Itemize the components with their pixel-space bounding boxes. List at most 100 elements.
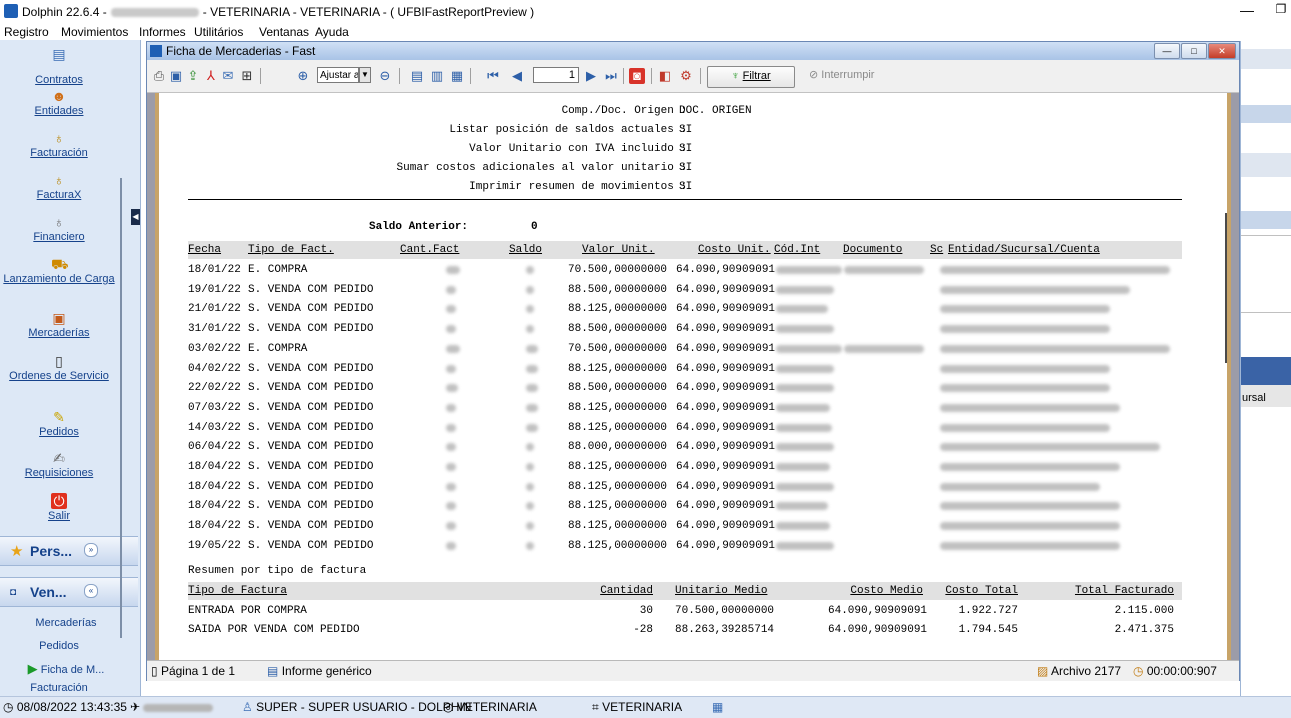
sidebar-item-pedidos[interactable]: ✎ Pedidos <box>0 409 118 438</box>
page-status: ▯ Página 1 de 1 <box>151 664 236 678</box>
cell-costo-unit: 64.090,90909091 <box>676 441 776 454</box>
col-tipo: Tipo de Fact. <box>248 244 334 256</box>
ven-link-mercaderias[interactable]: Mercaderías <box>0 617 132 629</box>
table-row: 14/03/22 S. VENDA COM PEDIDO 88.125,000000… <box>188 419 1182 438</box>
filter-button[interactable]: ♆ Filtrar <box>707 66 795 88</box>
pane-pers[interactable]: ★ Pers... » <box>0 536 138 566</box>
chevron-down-icon[interactable]: ▼ <box>359 67 371 83</box>
redacted-saldo <box>526 364 538 373</box>
table-row: 18/04/22 S. VENDA COM PEDIDO 88.125,000000… <box>188 497 1182 516</box>
cell-valor-unit: 88.000,00000000 <box>568 441 668 454</box>
redacted-cant <box>446 522 456 531</box>
sidebar-item-requisiciones[interactable]: ✍ Requisiciones <box>0 450 118 479</box>
menu-movimientos[interactable]: Movimientos <box>61 25 128 39</box>
child-close-button[interactable]: ✕ <box>1208 43 1236 59</box>
people-icon: ☻ <box>51 88 67 104</box>
menu-utilitarios[interactable]: Utilitários <box>194 25 243 39</box>
page-width-icon[interactable]: ▤ <box>409 68 425 84</box>
redacted-saldo <box>526 384 538 393</box>
redacted-cant <box>446 541 456 550</box>
redacted-saldo <box>526 541 534 550</box>
print-icon[interactable]: ⎙ <box>151 68 167 84</box>
table-row: 22/02/22 S. VENDA COM PEDIDO 88.500,000000… <box>188 379 1182 398</box>
toolbar-separator <box>470 68 471 84</box>
sidebar-item-ordenes[interactable]: ▯ Ordenes de Servicio <box>0 353 118 382</box>
minimize-button[interactable]: — <box>1236 2 1258 18</box>
sidebar-scrollbar[interactable] <box>120 178 122 638</box>
save-icon[interactable]: ▣ <box>168 68 184 84</box>
cell-fecha: 04/02/22 <box>188 362 241 375</box>
ven-link-pedidos[interactable]: Pedidos <box>0 640 118 652</box>
redacted-company <box>110 8 199 18</box>
sidebar-item-entidades[interactable]: ☻ Entidades <box>0 88 118 117</box>
child-maximize-button[interactable]: □ <box>1181 43 1207 59</box>
zoom-out-icon[interactable]: ⊖ <box>377 68 393 84</box>
redacted-saldo <box>526 502 534 511</box>
sidebar-item-contratos[interactable]: ▤ Contratos <box>0 46 118 86</box>
stop-icon[interactable]: ◙ <box>629 68 645 84</box>
cell-valor-unit: 88.500,00000000 <box>568 323 668 336</box>
cell-tipo: E. COMPRA <box>248 264 308 276</box>
redacted-cant <box>446 266 460 274</box>
design-icon[interactable]: ◧ <box>657 68 673 84</box>
filter-icon: ♆ <box>731 70 740 82</box>
cell-tipo: S. VENDA COM PEDIDO <box>248 421 374 434</box>
first-page-icon[interactable]: ⏮ <box>485 68 501 84</box>
next-page-icon[interactable]: ▶ <box>583 68 599 84</box>
report-window-title: Ficha de Mercaderias - Fast <box>166 44 316 58</box>
ven-link-ficha[interactable]: ▶ Ficha de M... <box>0 661 132 677</box>
email-icon[interactable]: ✉ <box>220 68 236 84</box>
collapse-chevron-icon[interactable]: « <box>84 584 98 598</box>
pdf-icon[interactable]: ⅄ <box>203 68 219 84</box>
col-documento: Documento <box>843 244 903 256</box>
money-bag-icon: ♁ <box>53 172 65 188</box>
child-minimize-button[interactable]: — <box>1154 43 1180 59</box>
report-viewport[interactable]: Comp./Doc. Origen : DOC. ORIGEN Listar p… <box>147 93 1239 660</box>
menu-informes[interactable]: Informes <box>139 25 186 39</box>
sidebar-collapse-handle[interactable]: ◀ <box>131 209 140 225</box>
report-page: Comp./Doc. Origen : DOC. ORIGEN Listar p… <box>155 93 1231 660</box>
sidebar-item-lanzamiento[interactable]: ⛟ Lanzamiento de Carga <box>0 256 118 285</box>
interrupt-button[interactable]: ⊘ Interrumpir <box>809 68 874 81</box>
cell-valor-unit: 88.500,00000000 <box>568 382 668 395</box>
sidebar-item-facturax[interactable]: ♁ FacturaX <box>0 172 118 201</box>
outline-icon[interactable]: ▦ <box>449 68 465 84</box>
whole-page-icon[interactable]: ▥ <box>429 68 445 84</box>
table-row: 21/01/22 S. VENDA COM PEDIDO 88.125,000000… <box>188 300 1182 319</box>
col-saldo: Saldo <box>509 244 543 256</box>
find-icon[interactable]: ⊞ <box>239 68 255 84</box>
zoom-select[interactable]: Ajustar a <box>317 67 359 83</box>
menu-ventanas[interactable]: Ventanas <box>259 25 309 39</box>
col-costo: Costo Unit. <box>698 244 771 256</box>
restore-button[interactable]: ❐ <box>1272 2 1290 16</box>
sidebar-item-mercaderias[interactable]: ▣ Mercaderías <box>0 310 118 339</box>
sidebar-item-facturacion[interactable]: ♁ Facturación <box>0 130 118 159</box>
redacted-codint <box>776 502 828 511</box>
cell-fecha: 22/02/22 <box>188 382 241 395</box>
menu-registro[interactable]: Registro <box>4 25 49 39</box>
redacted-cant <box>446 463 456 471</box>
sum-col-tipo: Tipo de Factura <box>188 585 288 597</box>
ven-link-facturacion[interactable]: Facturación <box>0 682 118 694</box>
calendar-icon[interactable]: ▦ <box>712 700 723 714</box>
menu-ayuda[interactable]: Ayuda <box>315 25 349 39</box>
export-icon[interactable]: ⇪ <box>185 68 201 84</box>
settings-icon[interactable]: ⚙ <box>678 68 694 84</box>
cell-fecha: 31/01/22 <box>188 323 241 336</box>
contracts-icon: ▤ <box>52 46 66 62</box>
table-row: 18/04/22 S. VENDA COM PEDIDO 88.125,000000… <box>188 517 1182 536</box>
expand-chevron-icon[interactable]: » <box>84 543 98 557</box>
col-fecha: Fecha <box>188 244 222 256</box>
sidebar-item-financiero[interactable]: ♁ Financiero <box>0 214 118 243</box>
last-page-icon[interactable]: ⏭ <box>603 68 619 84</box>
app-titlebar: Dolphin 22.6.4 -- VETERINARIA - VETERINA… <box>0 0 1291 24</box>
sidebar-item-salir[interactable]: ⏻ Salir <box>0 493 118 522</box>
report-scrollbar[interactable] <box>1225 213 1227 363</box>
toolbar-separator <box>260 68 261 84</box>
cell-costo-unit: 64.090,90909091 <box>676 461 776 473</box>
pane-ven[interactable]: ◘ Ven... « <box>0 577 138 607</box>
page-number-input[interactable]: 1 <box>533 67 579 83</box>
prev-page-icon[interactable]: ◀ <box>509 68 525 84</box>
report-preview-window: Ficha de Mercaderias - Fast — □ ✕ ⎙ ▣ ⇪ … <box>146 41 1240 681</box>
zoom-in-icon[interactable]: ⊕ <box>295 68 311 84</box>
